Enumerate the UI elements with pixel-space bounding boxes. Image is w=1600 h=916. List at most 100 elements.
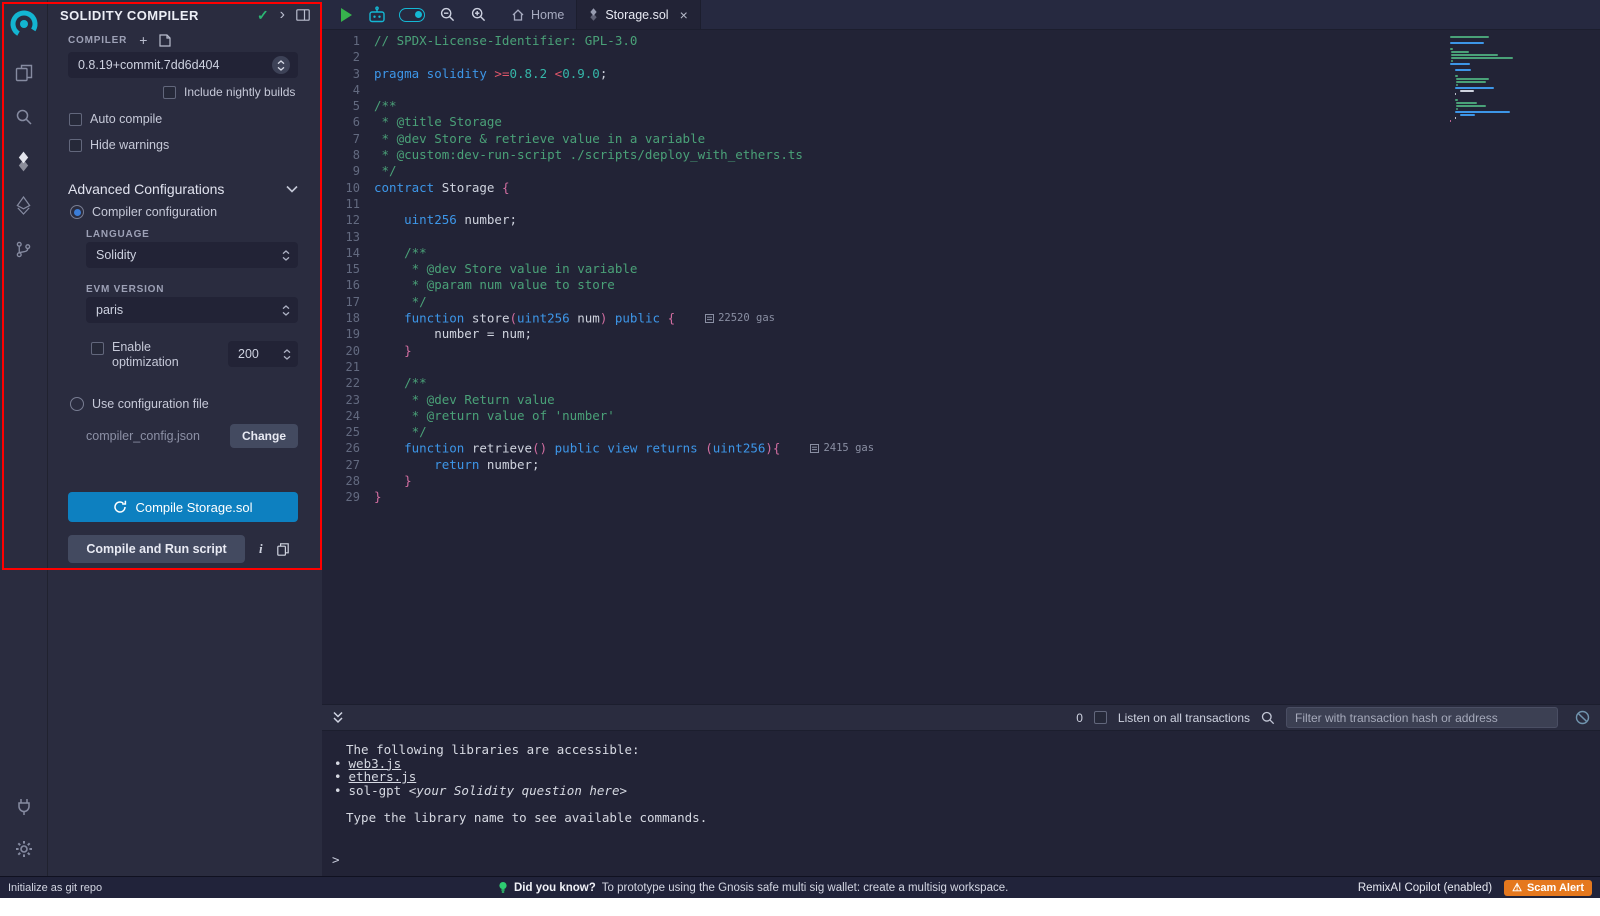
change-config-button[interactable]: Change (230, 424, 298, 448)
tab-storage-sol[interactable]: Storage.sol × (577, 0, 700, 29)
clear-console-icon[interactable] (1575, 710, 1590, 725)
code-line: 15 * @dev Store value in variable (322, 261, 1600, 277)
terminal-usage: Type the library name to see available c… (332, 811, 1600, 825)
compile-button[interactable]: Compile Storage.sol (68, 492, 298, 522)
transaction-filter-input[interactable] (1286, 707, 1558, 728)
tip-body: To prototype using the Gnosis safe multi… (602, 882, 1009, 894)
icon-sidebar (0, 0, 48, 876)
enable-optimization-checkbox[interactable] (91, 342, 104, 355)
auto-compile-checkbox[interactable] (69, 113, 82, 126)
tab-home[interactable]: Home (500, 0, 577, 29)
copy-icon[interactable] (277, 543, 289, 556)
stepper-arrows-icon[interactable] (283, 349, 291, 360)
code-line: 27 return number; (322, 457, 1600, 473)
code-line: 24 * @return value of 'number' (322, 408, 1600, 424)
code-line: 23 * @dev Return value (322, 392, 1600, 408)
code-line: 10contract Storage { (322, 180, 1600, 196)
optimization-runs-input[interactable]: 200 (228, 341, 298, 367)
terminal-panel: 0 Listen on all transactions The followi… (322, 704, 1600, 876)
git-init-status[interactable]: Initialize as git repo (0, 882, 102, 894)
code-line: 4 (322, 82, 1600, 98)
include-nightly-checkbox[interactable] (163, 86, 176, 99)
solidity-file-icon (589, 8, 598, 21)
plugin-manager-icon[interactable] (11, 794, 37, 820)
scam-alert-badge[interactable]: ⚠ Scam Alert (1504, 880, 1592, 896)
code-line: 19 number = num; (322, 326, 1600, 342)
compiler-version-select[interactable]: 0.8.19+commit.7dd6d404 (68, 52, 298, 78)
terminal-intro: The following libraries are accessible: (332, 743, 1600, 757)
listen-transactions-checkbox[interactable] (1094, 711, 1107, 724)
use-configuration-file-radio[interactable] (70, 397, 84, 411)
language-select[interactable]: Solidity (86, 242, 298, 268)
copilot-toggle[interactable] (396, 3, 428, 27)
copilot-status[interactable]: RemixAI Copilot (enabled) (1358, 882, 1492, 894)
solidity-compiler-panel: SOLIDITY COMPILER ✓ › COMPILER + 0 (48, 0, 322, 876)
code-line: 1// SPDX-License-Identifier: GPL-3.0 (322, 33, 1600, 49)
config-filename[interactable]: compiler_config.json (86, 429, 200, 443)
git-icon[interactable] (11, 236, 37, 262)
remixai-bot-icon[interactable] (365, 3, 389, 27)
auto-compile-label: Auto compile (90, 112, 162, 126)
minimap[interactable] (1450, 36, 1530, 123)
remix-logo-icon[interactable] (8, 8, 40, 40)
code-line: 12 uint256 number; (322, 212, 1600, 228)
compiler-configuration-radio[interactable] (70, 205, 84, 219)
compiler-configuration-label: Compiler configuration (92, 205, 217, 219)
code-line: 21 (322, 359, 1600, 375)
home-icon (512, 9, 524, 21)
code-editor[interactable]: 1// SPDX-License-Identifier: GPL-3.023pr… (322, 30, 1600, 704)
run-script-play-icon[interactable] (334, 3, 358, 27)
code-line: 17 */ (322, 294, 1600, 310)
code-line: 22 /** (322, 375, 1600, 391)
version-spinner-icon[interactable] (272, 56, 290, 74)
advanced-configurations-toggle[interactable]: Advanced Configurations (68, 178, 298, 200)
terminal-library-item: •web3.js (332, 757, 1600, 771)
deploy-and-run-icon[interactable] (11, 192, 37, 218)
expand-terminal-icon[interactable] (332, 711, 344, 724)
code-line: 29} (322, 489, 1600, 505)
compiler-section-label: COMPILER (68, 35, 127, 46)
terminal-library-item: •sol-gpt <your Solidity question here> (332, 784, 1600, 798)
select-arrows-icon (282, 305, 290, 316)
compile-and-run-button[interactable]: Compile and Run script (68, 535, 245, 563)
panel-header: SOLIDITY COMPILER ✓ › (48, 0, 322, 30)
lightbulb-icon (498, 881, 508, 895)
terminal-prompt[interactable]: > (332, 853, 1600, 867)
code-line: 2 (322, 49, 1600, 65)
code-line: 25 */ (322, 424, 1600, 440)
zoom-out-icon[interactable] (435, 3, 459, 27)
hide-warnings-checkbox[interactable] (69, 139, 82, 152)
zoom-in-icon[interactable] (466, 3, 490, 27)
terminal-libraries: •web3.js•ethers.js•sol-gpt <your Solidit… (332, 757, 1600, 798)
code-line: 8 * @custom:dev-run-script ./scripts/dep… (322, 147, 1600, 163)
language-label: LANGUAGE (86, 229, 150, 240)
did-you-know-tip: Did you know? To prototype using the Gno… (498, 881, 1008, 895)
remix-ide-window: SOLIDITY COMPILER ✓ › COMPILER + 0 (0, 0, 1600, 916)
evm-version-select[interactable]: paris (86, 297, 298, 323)
chevron-right-icon[interactable]: › (280, 7, 285, 23)
hide-warnings-label: Hide warnings (90, 138, 169, 152)
status-bar: Initialize as git repo Did you know? To … (0, 876, 1600, 898)
code-line: 18 function store(uint256 num) public {2… (322, 310, 1600, 326)
code-line: 16 * @param num value to store (322, 277, 1600, 293)
solidity-compiler-icon[interactable] (11, 148, 37, 174)
terminal-toolbar: 0 Listen on all transactions (322, 704, 1600, 731)
file-explorer-icon[interactable] (11, 60, 37, 86)
window-gap (0, 898, 1600, 916)
close-tab-icon[interactable]: × (680, 7, 688, 23)
library-hint: <your Solidity question here> (409, 783, 627, 798)
pin-panel-icon[interactable] (296, 9, 310, 21)
add-compiler-icon[interactable]: + (139, 33, 147, 47)
include-nightly-label: Include nightly builds (184, 85, 295, 99)
settings-icon[interactable] (11, 836, 37, 862)
use-configuration-file-label: Use configuration file (92, 397, 209, 411)
info-icon[interactable]: i (259, 541, 263, 557)
search-icon[interactable] (11, 104, 37, 130)
code-lines: 1// SPDX-License-Identifier: GPL-3.023pr… (322, 33, 1600, 506)
load-version-icon[interactable] (159, 34, 171, 47)
editor-tabbar: Home Storage.sol × (322, 0, 1600, 30)
compile-success-icon: ✓ (257, 7, 269, 24)
terminal-output[interactable]: The following libraries are accessible: … (322, 731, 1600, 867)
tip-title: Did you know? (514, 882, 596, 894)
terminal-search-icon[interactable] (1261, 711, 1275, 725)
